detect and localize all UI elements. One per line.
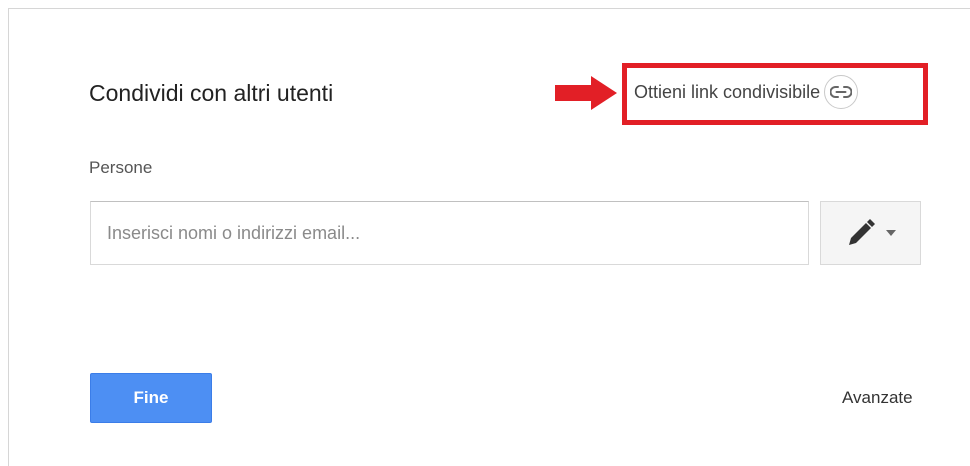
advanced-link[interactable]: Avanzate (842, 387, 913, 409)
share-dialog: Condividi con altri utenti Ottieni link … (8, 8, 970, 466)
dialog-title: Condividi con altri utenti (89, 80, 334, 106)
pencil-icon (848, 219, 875, 245)
link-glyph (830, 86, 853, 98)
annotation-arrow-icon (555, 76, 617, 110)
get-shareable-link-label: Ottieni link condivisibile (634, 82, 821, 102)
get-shareable-link-button[interactable]: Ottieni link condivisibile (634, 73, 859, 111)
page: Condividi con altri utenti Ottieni link … (0, 0, 970, 466)
people-label: Persone (89, 158, 153, 177)
caret-down-icon (885, 230, 896, 236)
email-input[interactable] (90, 201, 809, 265)
permission-dropdown-button[interactable] (820, 201, 921, 265)
done-button[interactable]: Fine (90, 373, 212, 423)
link-icon[interactable] (824, 75, 859, 109)
